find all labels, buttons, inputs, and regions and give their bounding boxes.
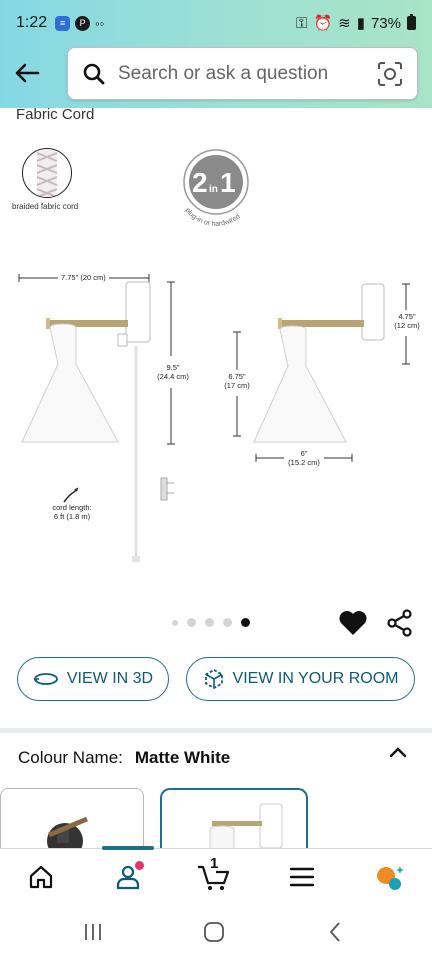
nav-profile[interactable] (108, 859, 148, 895)
colour-selector-header: Colour Name: Matte White (18, 748, 230, 768)
system-navigation-bar (0, 904, 432, 960)
cord-length: cord length: 6 ft (1.8 m) (44, 503, 100, 521)
nav-home[interactable] (21, 859, 61, 895)
cord-icon (63, 487, 79, 503)
view-in-your-room-button[interactable]: VIEW IN YOUR ROOM (186, 657, 415, 701)
messages-icon: ≡ (55, 15, 71, 31)
badge-in: in (209, 184, 218, 195)
carousel-dot-active[interactable] (241, 618, 250, 627)
carousel-dot[interactable] (205, 618, 214, 627)
plug-in-or-hardwired-badge: 2 in 1 plug-in or hardwired (183, 149, 249, 228)
key-icon: ⚿ (296, 14, 308, 32)
home-system-button[interactable] (199, 918, 229, 946)
badge-one: 1 (220, 167, 236, 198)
search-input[interactable]: Search or ask a question (118, 63, 377, 85)
rotate-3d-icon (33, 673, 58, 685)
back-arrow-icon (15, 63, 40, 83)
shade-height-in: 6.75" (228, 372, 246, 381)
nav-menu[interactable] (282, 859, 322, 895)
cart-count: 1 (210, 855, 219, 872)
signal-icon: ▮ (356, 15, 365, 32)
plug-in-lamp-illustration (18, 274, 190, 562)
shade-width-dimension: 6" (15.2 cm) (282, 449, 326, 467)
section-divider (0, 728, 432, 733)
svg-text:plug-in or hardwired: plug-in or hardwired (184, 207, 242, 228)
nav-rufus-assistant[interactable] (370, 859, 410, 895)
black-lamp-thumbnail (47, 816, 88, 848)
battery-percent: 73% (370, 14, 401, 32)
width-dimension-text: 7.75" (20 cm) (61, 273, 106, 282)
height-dimension: 9.5" (24.4 cm) (152, 363, 194, 381)
recent-apps-button[interactable] (78, 918, 108, 946)
bottom-navigation: 1 (0, 846, 432, 904)
plate-height-dimension: 4.75" (12 cm) (390, 312, 424, 330)
braided-cord-icon (22, 148, 72, 198)
plate-height-in: 4.75" (398, 312, 416, 321)
search-bar[interactable]: Search or ask a question (67, 47, 418, 100)
shade-height-cm: (17 cm) (224, 381, 250, 390)
back-button[interactable] (10, 58, 44, 88)
wifi-icon: ≋ (338, 15, 351, 32)
colour-value: Matte White (134, 748, 231, 767)
view-in-3d-button[interactable]: VIEW IN 3D (17, 657, 169, 701)
cord-caption: braided fabric cord (12, 202, 79, 211)
battery-icon (407, 14, 416, 30)
camera-search-icon[interactable] (377, 61, 403, 87)
white-lamp-thumbnail (209, 803, 283, 848)
home-system-icon (204, 922, 224, 942)
status-time: 1:22 (16, 14, 48, 31)
badge-two: 2 (192, 167, 208, 198)
pinterest-icon: P (75, 15, 91, 31)
view-in-3d-label: VIEW IN 3D (66, 670, 154, 687)
badge-arc-text: plug-in or hardwired (184, 207, 242, 228)
shade-width-in: 6" (300, 449, 308, 458)
shade-height-dimension: 6.75" (17 cm) (220, 372, 254, 390)
nav-cart[interactable]: 1 (194, 855, 234, 895)
notification-dot (135, 861, 144, 870)
cord-length-label: cord length: (52, 503, 92, 512)
carousel-dot[interactable] (187, 618, 196, 627)
recent-apps-icon (85, 924, 101, 940)
home-icon (29, 865, 53, 889)
search-icon (83, 63, 105, 84)
shade-width-cm: (15.2 cm) (288, 458, 320, 467)
cord-length-value: 6 ft (1.8 m) (53, 512, 91, 521)
back-system-button[interactable] (320, 918, 350, 946)
status-right: ⚿ ⏰ ≋ ▮ 73% (296, 14, 416, 32)
ar-cube-icon (204, 668, 223, 690)
menu-icon (289, 867, 315, 887)
header: 1:22 ≡ P ◦◦ ⚿ ⏰ ≋ ▮ 73% Search or ask a … (0, 0, 432, 108)
active-tab-indicator (102, 846, 154, 850)
carousel-dot[interactable] (172, 619, 178, 626)
fabric-cord-label: Fabric Cord (16, 106, 95, 123)
wishlist-heart-icon[interactable] (338, 609, 368, 637)
plate-height-cm: (12 cm) (394, 321, 420, 330)
view-in-your-room-label: VIEW IN YOUR ROOM (232, 670, 399, 687)
height-dimension-in: 9.5" (166, 363, 180, 372)
rufus-icon (377, 866, 404, 890)
colour-label: Colour Name: (18, 748, 123, 767)
chevron-up-icon[interactable] (386, 740, 410, 764)
voicemail-icon: ◦◦ (95, 15, 105, 31)
alarm-icon: ⏰ (313, 15, 333, 32)
page: 1:22 ≡ P ◦◦ ⚿ ⏰ ≋ ▮ 73% Search or ask a … (0, 0, 432, 960)
carousel-dot[interactable] (223, 618, 232, 627)
colour-swatch-matte-white[interactable] (160, 788, 308, 848)
share-icon[interactable] (386, 609, 414, 637)
height-dimension-cm: (24.4 cm) (157, 372, 189, 381)
back-system-icon (329, 922, 340, 942)
notification-icons: ≡ P ◦◦ (55, 15, 105, 31)
image-carousel-dots[interactable] (172, 618, 250, 627)
width-dimension: 7.75" (20 cm) (58, 273, 109, 282)
status-bar: 1:22 ≡ P ◦◦ ⚿ ⏰ ≋ ▮ 73% (0, 0, 432, 46)
colour-swatch-black[interactable] (0, 788, 144, 848)
